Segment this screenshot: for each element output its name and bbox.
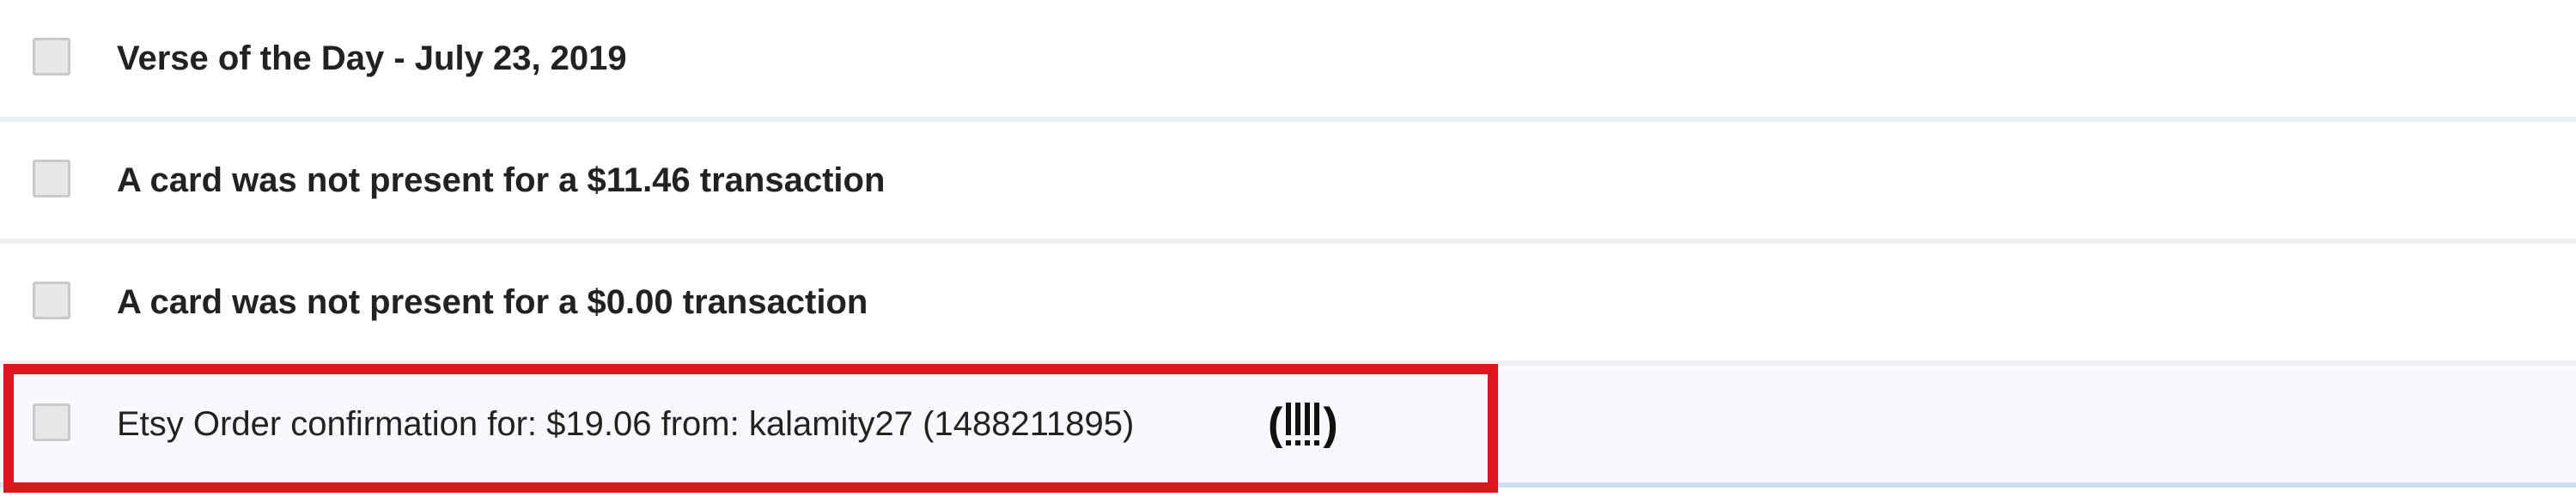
message-row[interactable]: Verse of the Day - July 23, 2019 — [0, 0, 2576, 122]
message-row[interactable]: A card was not present for a $0.00 trans… — [0, 244, 2576, 366]
message-subject[interactable]: A card was not present for a $0.00 trans… — [117, 278, 868, 326]
message-subject[interactable]: Etsy Order confirmation for: $19.06 from… — [117, 400, 1134, 448]
message-subject[interactable]: A card was not present for a $11.46 tran… — [117, 156, 885, 204]
message-row[interactable]: A card was not present for a $11.46 tran… — [0, 122, 2576, 244]
select-checkbox[interactable] — [33, 160, 70, 197]
message-list: Verse of the Day - July 23, 2019 A card … — [0, 0, 2576, 503]
select-checkbox[interactable] — [33, 38, 70, 76]
message-row[interactable]: Etsy Order confirmation for: $19.06 from… — [0, 366, 2576, 488]
message-subject[interactable]: Verse of the Day - July 23, 2019 — [117, 34, 627, 82]
select-checkbox[interactable] — [33, 403, 70, 441]
exclamation-bars-icon: ( ) — [1268, 399, 1338, 449]
select-checkbox[interactable] — [33, 282, 70, 319]
